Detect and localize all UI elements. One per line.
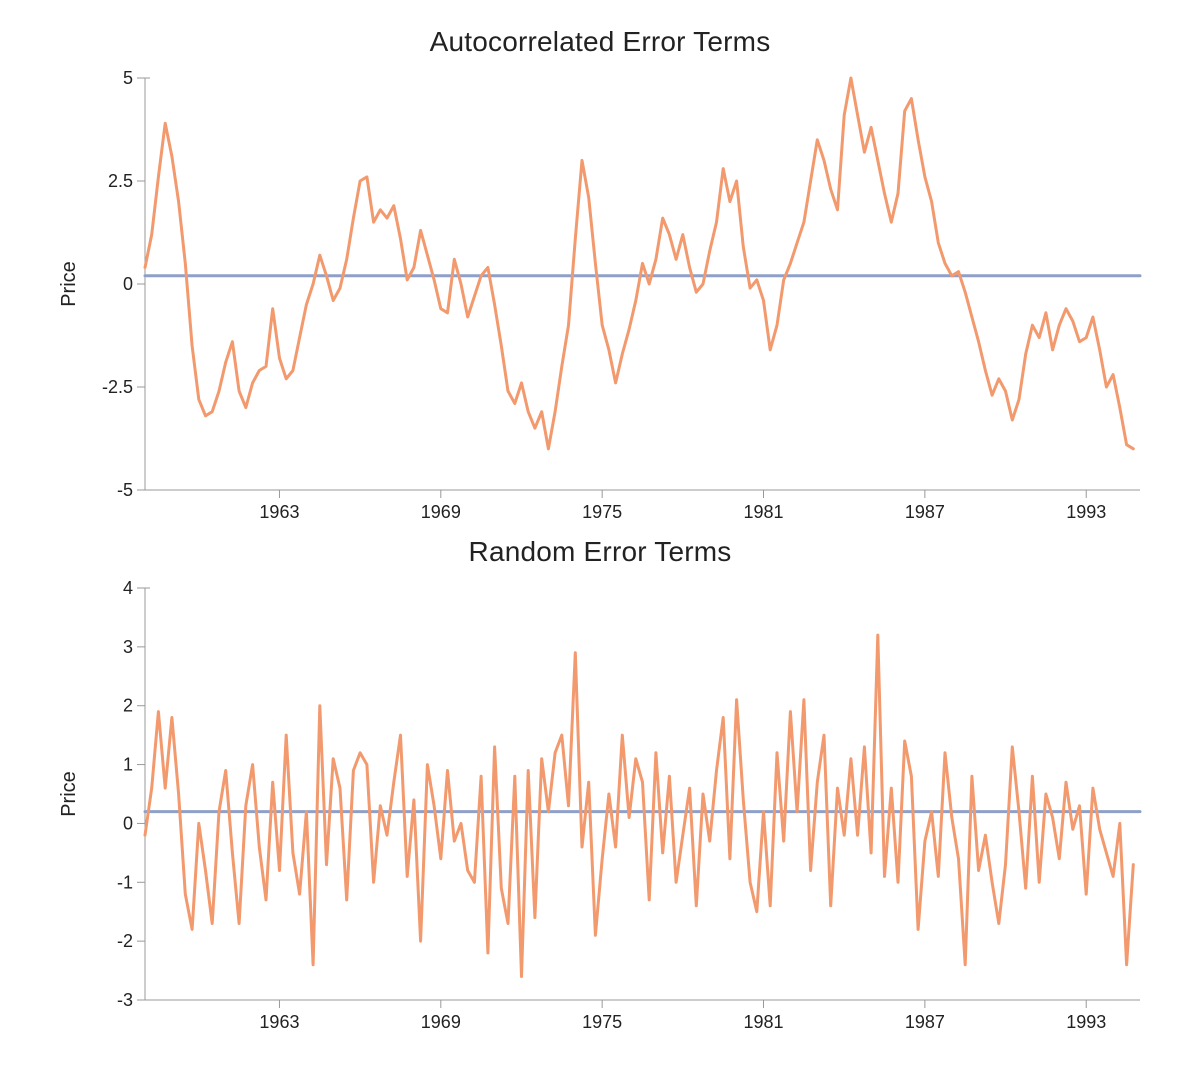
svg-text:0: 0	[123, 813, 133, 833]
svg-text:1975: 1975	[582, 1012, 622, 1032]
svg-text:1987: 1987	[905, 502, 945, 522]
chart-random: Random Error Terms -3 -2 -1 0 1 2 3 4 Price 1963 1…	[40, 530, 1160, 1040]
svg-text:-2: -2	[117, 931, 133, 951]
svg-text:-5: -5	[117, 480, 133, 500]
svg-text:1963: 1963	[259, 1012, 299, 1032]
svg-text:1987: 1987	[905, 1012, 945, 1032]
svg-text:1: 1	[123, 755, 133, 775]
chart-autocorrelated: Autocorrelated Error Terms -5 -2.5 0 2.5 5 Pr…	[40, 20, 1160, 530]
line-chart: -5 -2.5 0 2.5 5 Price 1963 1969 1975 1981 1987 1993	[40, 68, 1160, 530]
svg-text:Price: Price	[58, 771, 80, 817]
svg-text:-2.5: -2.5	[102, 377, 133, 397]
chart-title: Random Error Terms	[469, 536, 732, 568]
line-chart: -3 -2 -1 0 1 2 3 4 Price 1963 1969 1975 1981 1987 1993	[40, 578, 1160, 1040]
svg-text:1969: 1969	[421, 502, 461, 522]
charts-page: Autocorrelated Error Terms -5 -2.5 0 2.5 5 Pr…	[0, 0, 1200, 1080]
svg-text:1981: 1981	[743, 502, 783, 522]
svg-text:1993: 1993	[1066, 502, 1106, 522]
svg-text:1975: 1975	[582, 502, 622, 522]
chart-title: Autocorrelated Error Terms	[430, 26, 771, 58]
svg-text:1993: 1993	[1066, 1012, 1106, 1032]
svg-text:0: 0	[123, 274, 133, 294]
svg-text:4: 4	[123, 578, 133, 598]
svg-text:Price: Price	[58, 261, 80, 307]
svg-text:5: 5	[123, 68, 133, 88]
svg-text:1969: 1969	[421, 1012, 461, 1032]
svg-text:2: 2	[123, 696, 133, 716]
svg-text:1963: 1963	[259, 502, 299, 522]
svg-text:-3: -3	[117, 990, 133, 1010]
svg-text:2.5: 2.5	[108, 171, 133, 191]
svg-text:3: 3	[123, 637, 133, 657]
plot-area: -3 -2 -1 0 1 2 3 4 Price 1963 1969 1975 1981 1987 1993	[40, 578, 1160, 1040]
svg-text:1981: 1981	[743, 1012, 783, 1032]
plot-area: -5 -2.5 0 2.5 5 Price 1963 1969 1975 1981 1987 1993	[40, 68, 1160, 530]
svg-text:-1: -1	[117, 872, 133, 892]
